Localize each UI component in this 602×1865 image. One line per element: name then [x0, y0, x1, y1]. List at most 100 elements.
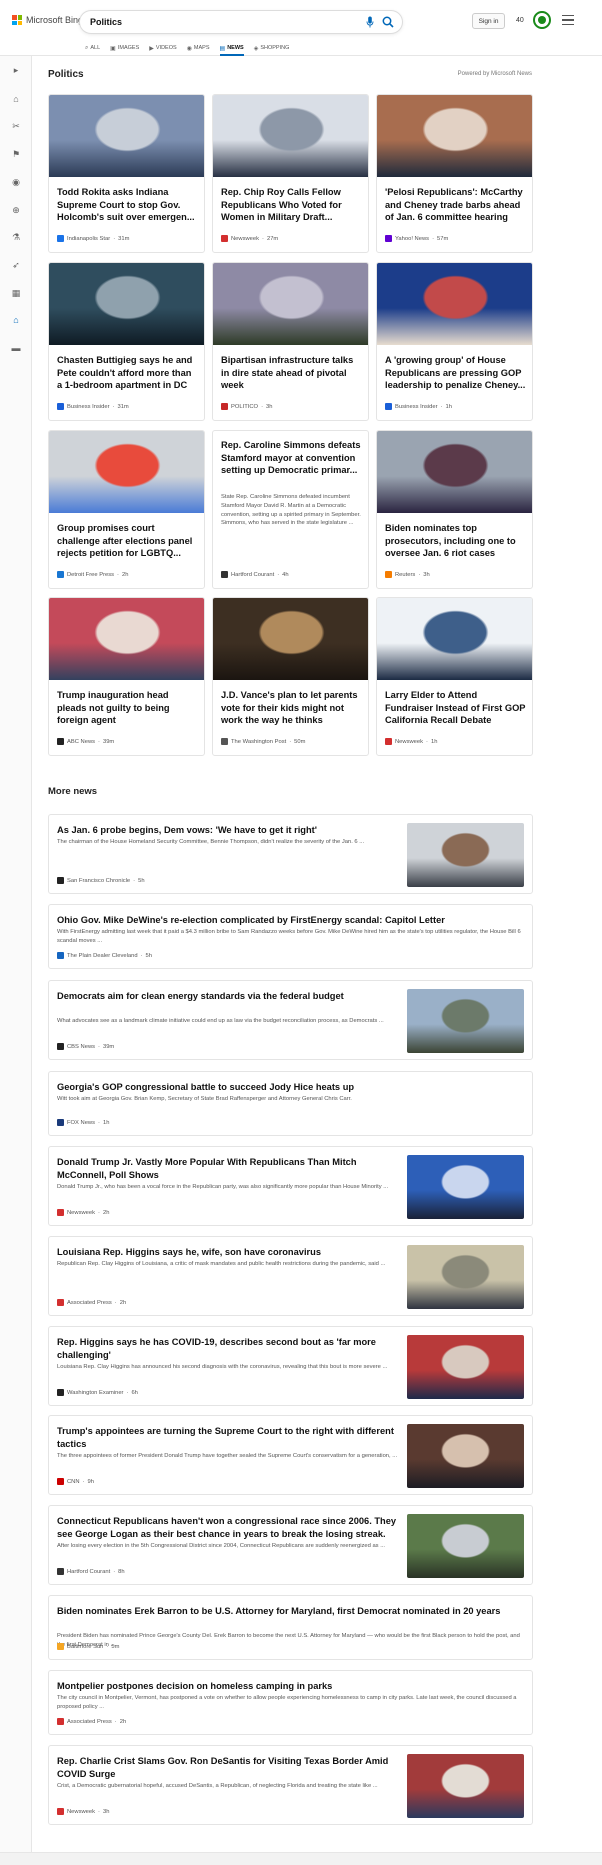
more-news-title-link[interactable]: Rep. Charlie Crist Slams Gov. Ron DeSant…: [57, 1755, 402, 1780]
news-card-image[interactable]: [49, 431, 204, 513]
more-news-thumbnail[interactable]: [407, 1514, 524, 1578]
publisher-name[interactable]: Reuters: [395, 572, 415, 578]
news-card[interactable]: Bipartisan infrastructure talks in dire …: [212, 262, 369, 421]
more-news-title-link[interactable]: Connecticut Republicans haven't won a co…: [57, 1515, 402, 1540]
news-card-image[interactable]: [49, 598, 204, 680]
microphone-icon[interactable]: [366, 16, 374, 28]
more-news-title-link[interactable]: Louisiana Rep. Higgins says he, wife, so…: [57, 1246, 402, 1259]
news-card-image[interactable]: [377, 95, 532, 177]
news-card-title[interactable]: A 'growing group' of House Republicans a…: [385, 354, 527, 392]
sign-in-button[interactable]: Sign in: [472, 13, 505, 29]
more-news-item[interactable]: Connecticut Republicans haven't won a co…: [48, 1505, 533, 1585]
more-news-thumbnail[interactable]: [407, 823, 524, 887]
news-card-title[interactable]: Larry Elder to Attend Fundraiser Instead…: [385, 689, 527, 727]
publisher-name[interactable]: ABC News: [67, 739, 95, 745]
news-card-title[interactable]: Trump inauguration head pleads not guilt…: [57, 689, 199, 727]
news-card[interactable]: Todd Rokita asks Indiana Supreme Court t…: [48, 94, 205, 253]
more-news-item[interactable]: Biden nominates Erek Barron to be U.S. A…: [48, 1595, 533, 1660]
publisher-name[interactable]: The Plain Dealer Cleveland: [67, 953, 138, 959]
news-card-image[interactable]: [213, 95, 368, 177]
news-card[interactable]: A 'growing group' of House Republicans a…: [376, 262, 533, 421]
publisher-name[interactable]: Newsweek: [231, 236, 259, 242]
more-news-title-link[interactable]: Montpelier postpones decision on homeles…: [57, 1680, 522, 1693]
flag-icon[interactable]: ⚑: [10, 148, 22, 160]
publisher-name[interactable]: Hartford Courant: [231, 572, 274, 578]
entertainment-icon[interactable]: ▦: [10, 287, 22, 299]
powered-by[interactable]: Powered by Microsoft News: [458, 71, 532, 77]
news-card-title[interactable]: Rep. Caroline Simmons defeats Stamford m…: [221, 439, 363, 477]
more-news-title-link[interactable]: Biden nominates Erek Barron to be U.S. A…: [57, 1605, 522, 1618]
more-news-title-link[interactable]: Trump's appointees are turning the Supre…: [57, 1425, 402, 1450]
publisher-name[interactable]: Newsweek: [395, 739, 423, 745]
news-card[interactable]: Biden nominates top prosecutors, includi…: [376, 430, 533, 589]
publisher-name[interactable]: Washington Examiner: [67, 1390, 124, 1396]
home-icon[interactable]: ⌂: [10, 93, 22, 105]
more-news-title-link[interactable]: Georgia's GOP congressional battle to su…: [57, 1081, 522, 1094]
more-news-item[interactable]: Ohio Gov. Mike DeWine's re-election comp…: [48, 904, 533, 969]
news-card-title[interactable]: Todd Rokita asks Indiana Supreme Court t…: [57, 186, 199, 224]
publisher-name[interactable]: Business Insider: [395, 404, 438, 410]
more-news-item[interactable]: Rep. Higgins says he has COVID-19, descr…: [48, 1326, 533, 1406]
news-card-title[interactable]: 'Pelosi Republicans': McCarthy and Chene…: [385, 186, 527, 224]
publisher-name[interactable]: San Francisco Chronicle: [67, 878, 130, 884]
more-news-thumbnail[interactable]: [407, 1155, 524, 1219]
location-pin-icon[interactable]: ◉: [10, 176, 22, 188]
publisher-name[interactable]: FOX News: [67, 1120, 95, 1126]
news-card-image[interactable]: [213, 263, 368, 345]
tab-images[interactable]: ▣ IMAGES: [110, 40, 139, 56]
more-news-thumbnail[interactable]: [407, 989, 524, 1053]
more-news-title-link[interactable]: As Jan. 6 probe begins, Dem vows: 'We ha…: [57, 824, 402, 837]
news-card-title[interactable]: Chasten Buttigieg says he and Pete could…: [57, 354, 199, 392]
more-news-item[interactable]: Trump's appointees are turning the Supre…: [48, 1415, 533, 1495]
publisher-name[interactable]: CBS News: [67, 1044, 95, 1050]
rewards-icon[interactable]: [533, 11, 551, 29]
more-news-thumbnail[interactable]: [407, 1424, 524, 1488]
publisher-name[interactable]: Associated Press: [67, 1300, 112, 1306]
news-card[interactable]: Group promises court challenge after ele…: [48, 430, 205, 589]
tab-all[interactable]: ⌕ ALL: [85, 40, 100, 56]
news-card[interactable]: J.D. Vance's plan to let parents vote fo…: [212, 597, 369, 756]
expand-rail-icon[interactable]: ▸: [10, 64, 22, 76]
rocket-icon[interactable]: ➶: [10, 259, 22, 271]
more-news-item[interactable]: Donald Trump Jr. Vastly More Popular Wit…: [48, 1146, 533, 1226]
publisher-name[interactable]: Indianapolis Star: [67, 236, 110, 242]
more-news-title-link[interactable]: Rep. Higgins says he has COVID-19, descr…: [57, 1336, 402, 1361]
science-icon[interactable]: ⚗: [10, 231, 22, 243]
money-icon[interactable]: ▬: [10, 342, 22, 354]
publisher-name[interactable]: Newsweek: [67, 1809, 95, 1815]
news-card[interactable]: Rep. Caroline Simmons defeats Stamford m…: [212, 430, 369, 589]
rewards-points[interactable]: 40: [516, 17, 524, 24]
more-news-item[interactable]: Georgia's GOP congressional battle to su…: [48, 1071, 533, 1136]
news-card-title[interactable]: Rep. Chip Roy Calls Fellow Republicans W…: [221, 186, 363, 224]
publisher-name[interactable]: Yahoo! News: [395, 236, 429, 242]
news-card-image[interactable]: [49, 263, 204, 345]
more-news-title-link[interactable]: Democrats aim for clean energy standards…: [57, 990, 402, 1003]
more-news-item[interactable]: Democrats aim for clean energy standards…: [48, 980, 533, 1060]
more-news-title-link[interactable]: Donald Trump Jr. Vastly More Popular Wit…: [57, 1156, 402, 1181]
publisher-name[interactable]: Associated Press: [67, 1719, 112, 1725]
tab-maps[interactable]: ◉ MAPS: [187, 40, 210, 56]
tab-news[interactable]: ▤ NEWS: [219, 40, 244, 56]
search-input[interactable]: [90, 15, 350, 29]
news-card-image[interactable]: [377, 431, 532, 513]
politics-icon[interactable]: ⌂: [10, 314, 22, 326]
more-news-thumbnail[interactable]: [407, 1245, 524, 1309]
more-news-thumbnail[interactable]: [407, 1754, 524, 1818]
globe-icon[interactable]: ⊕: [10, 204, 22, 216]
menu-icon[interactable]: [562, 15, 574, 25]
sports-icon[interactable]: ✂: [10, 120, 22, 132]
news-card-image[interactable]: [213, 598, 368, 680]
publisher-name[interactable]: POLITICO: [231, 404, 258, 410]
more-news-item[interactable]: Montpelier postpones decision on homeles…: [48, 1670, 533, 1735]
more-news-thumbnail[interactable]: [407, 1335, 524, 1399]
news-card[interactable]: Trump inauguration head pleads not guilt…: [48, 597, 205, 756]
publisher-name[interactable]: Business Insider: [67, 404, 110, 410]
more-news-item[interactable]: Louisiana Rep. Higgins says he, wife, so…: [48, 1236, 533, 1316]
publisher-name[interactable]: Baltimore Sun: [67, 1644, 103, 1650]
more-news-item[interactable]: As Jan. 6 probe begins, Dem vows: 'We ha…: [48, 814, 533, 894]
search-icon[interactable]: [382, 16, 394, 28]
news-card-title[interactable]: Bipartisan infrastructure talks in dire …: [221, 354, 363, 392]
news-card-title[interactable]: Biden nominates top prosecutors, includi…: [385, 522, 527, 560]
news-card[interactable]: 'Pelosi Republicans': McCarthy and Chene…: [376, 94, 533, 253]
publisher-name[interactable]: The Washington Post: [231, 739, 286, 745]
